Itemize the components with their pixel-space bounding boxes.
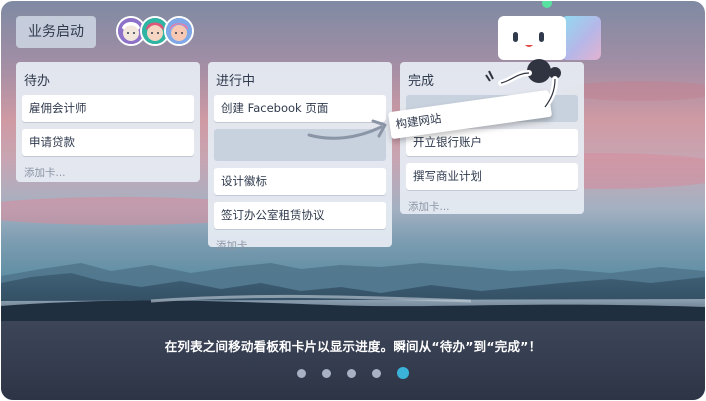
list-in-progress: 进行中 创建 Facebook 页面 设计徽标 签订办公室租赁协议 添加卡... bbox=[208, 62, 392, 252]
add-card-button[interactable]: 添加卡... bbox=[214, 236, 386, 255]
member-avatar[interactable] bbox=[164, 16, 194, 46]
board-title[interactable]: 业务启动 bbox=[16, 16, 96, 48]
card[interactable]: 申请贷款 bbox=[22, 129, 194, 156]
list-title: 待办 bbox=[24, 74, 51, 89]
list-title: 进行中 bbox=[216, 74, 256, 89]
list-todo: 待办 雇佣会计师 申请贷款 添加卡... bbox=[16, 62, 200, 182]
card[interactable]: 雇佣会计师 bbox=[22, 95, 194, 122]
caption-text: 在列表之间移动看板和卡片以显示进度。瞬间从“待办”到“完成”！ bbox=[164, 339, 542, 354]
caption-bar bbox=[1, 321, 705, 400]
add-card-button[interactable]: 添加卡... bbox=[406, 197, 578, 216]
move-arrow-icon bbox=[307, 119, 387, 140]
pagination-dot-active[interactable] bbox=[397, 367, 409, 379]
pagination-dot[interactable] bbox=[347, 368, 356, 378]
onboarding-slide: 业务启动 待办 雇佣会计师 申请贷款 添加卡... 进行中 创建 Faceboo… bbox=[1, 1, 705, 400]
card[interactable]: 签订办公室租赁协议 bbox=[214, 202, 386, 229]
pagination-dots bbox=[1, 367, 705, 379]
pagination-dot[interactable] bbox=[322, 368, 331, 378]
robot-mascot-icon bbox=[485, 1, 601, 110]
avatar-face-icon bbox=[166, 18, 192, 44]
card[interactable]: 设计徽标 bbox=[214, 168, 386, 195]
member-avatars bbox=[116, 16, 194, 46]
pagination-dot[interactable] bbox=[297, 368, 306, 378]
pagination-dot[interactable] bbox=[372, 368, 381, 378]
add-card-button[interactable]: 添加卡... bbox=[22, 163, 194, 182]
card[interactable]: 撰写商业计划 bbox=[406, 163, 578, 190]
